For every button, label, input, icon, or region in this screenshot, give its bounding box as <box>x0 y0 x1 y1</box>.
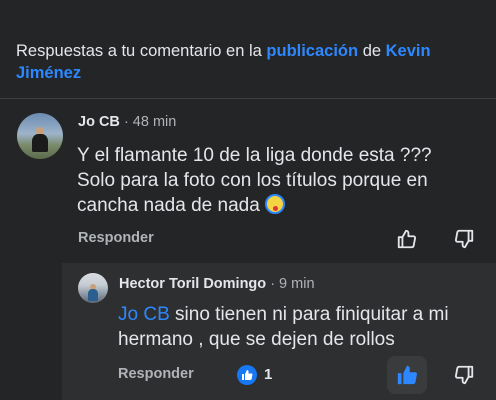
header-divider <box>0 98 496 99</box>
comment-meta: Jo CB · 48 min <box>78 114 176 130</box>
reply-meta: Hector Toril Domingo · 9 min <box>119 276 315 292</box>
reply-button[interactable]: Responder <box>78 230 154 246</box>
notification-header: Respuestas a tu comentario en la publica… <box>16 40 486 84</box>
replier-avatar[interactable] <box>78 273 108 303</box>
reply-time: · 9 min <box>270 276 315 292</box>
reply-like-button[interactable] <box>387 356 427 394</box>
comment-author[interactable]: Jo CB <box>78 114 120 130</box>
reply-author[interactable]: Hector Toril Domingo <box>119 276 266 292</box>
thumbs-up-filled-icon <box>397 365 417 385</box>
comment-time: · 48 min <box>123 114 177 130</box>
reply-thumbs-down-icon[interactable] <box>451 362 477 388</box>
thumbs-down-icon[interactable] <box>451 226 477 252</box>
comment-body: Y el flamante 10 de la liga donde esta ?… <box>77 145 432 216</box>
header-middle: de <box>362 42 382 60</box>
commenter-avatar[interactable] <box>17 113 63 159</box>
header-prefix: Respuestas a tu comentario en la <box>16 42 262 60</box>
like-count: 1 <box>264 366 273 383</box>
thumbs-up-icon[interactable] <box>394 226 420 252</box>
reply-reply-button[interactable]: Responder <box>118 366 194 382</box>
clown-face-icon <box>265 194 286 214</box>
post-link[interactable]: publicación <box>266 42 358 60</box>
comment-text: Y el flamante 10 de la liga donde esta ?… <box>77 143 472 218</box>
reply-text: Jo CB sino tienen ni para finiquitar a m… <box>118 302 480 352</box>
like-reaction-icon[interactable] <box>237 365 257 385</box>
reply-mention[interactable]: Jo CB <box>118 304 170 325</box>
